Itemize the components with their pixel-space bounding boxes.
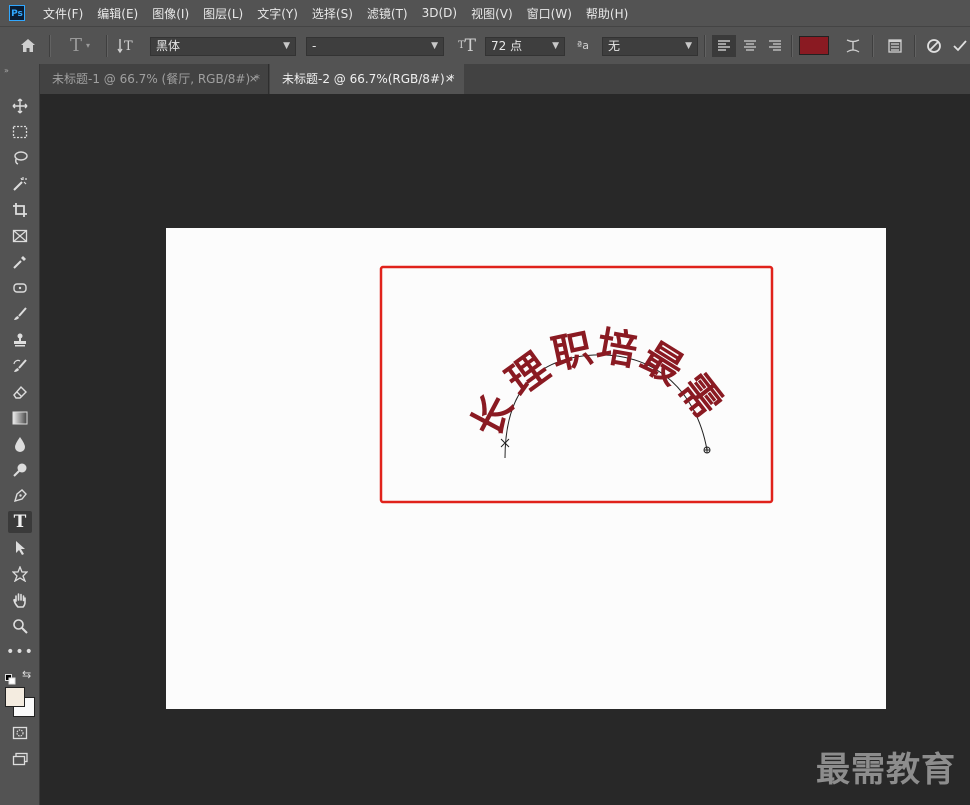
screen-mode-icon[interactable] xyxy=(8,748,32,770)
menu-3d[interactable]: 3D(D) xyxy=(422,6,457,20)
blur-tool-icon[interactable] xyxy=(8,433,32,455)
crop-tool-icon[interactable] xyxy=(8,199,32,221)
antialias-icon: ªa xyxy=(577,39,589,52)
text-color-swatch[interactable] xyxy=(798,27,830,64)
menu-bar: Ps 文件(F) 编辑(E) 图像(I) 图层(L) 文字(Y) 选择(S) 滤… xyxy=(0,0,970,26)
font-size-icon: TT xyxy=(457,35,476,56)
eraser-tool-icon[interactable] xyxy=(8,381,32,403)
antialias-select[interactable]: 无 ▼ xyxy=(602,37,698,56)
custom-shape-icon[interactable] xyxy=(8,563,32,585)
menu-edit[interactable]: 编辑(E) xyxy=(97,5,138,22)
healing-brush-icon[interactable] xyxy=(8,277,32,299)
frame-tool-icon[interactable] xyxy=(8,225,32,247)
menu-view[interactable]: 视图(V) xyxy=(471,5,513,22)
horizontal-type-tool-icon[interactable]: T xyxy=(8,511,32,533)
close-icon[interactable]: × xyxy=(249,64,258,94)
menu-help[interactable]: 帮助(H) xyxy=(586,5,628,22)
lasso-tool-icon[interactable] xyxy=(8,147,32,169)
move-tool-icon[interactable] xyxy=(8,95,32,117)
dodge-tool-icon[interactable] xyxy=(8,459,32,481)
options-bar: T ▾ T 黑体 ▼ - ▼ TT 72 点 ▼ ªa 无 ▼ xyxy=(0,26,970,64)
watermark-logo: 最需教育 xyxy=(816,750,956,790)
path-selection-icon[interactable] xyxy=(8,537,32,559)
menu-layer[interactable]: 图层(L) xyxy=(203,5,243,22)
tools-panel: » T ••• ⇆ xyxy=(0,64,40,805)
tab-document-1[interactable]: 未标题-1 @ 66.7% (餐厅, RGB/8#) * × xyxy=(40,64,269,94)
menu-image[interactable]: 图像(I) xyxy=(152,5,189,22)
swap-colors-icon[interactable]: ⇆ xyxy=(22,668,31,681)
tab-document-2[interactable]: 未标题-2 @ 66.7%(RGB/8#) * × xyxy=(270,64,464,94)
cancel-icon[interactable] xyxy=(922,27,946,64)
path-glyph: 需 xyxy=(670,366,731,426)
history-brush-icon[interactable] xyxy=(8,355,32,377)
align-right-icon[interactable] xyxy=(764,27,786,64)
font-size-select[interactable]: 72 点 ▼ xyxy=(485,37,565,56)
zoom-tool-icon[interactable] xyxy=(8,615,32,637)
type-tool-icon[interactable]: T ▾ xyxy=(60,27,100,64)
close-icon[interactable]: × xyxy=(445,64,454,94)
warp-text-icon[interactable] xyxy=(840,27,866,64)
text-on-path[interactable]: 长理职培最需 xyxy=(463,323,730,445)
align-left-icon[interactable] xyxy=(712,35,736,57)
font-style-select[interactable]: - ▼ xyxy=(306,37,444,56)
document-tabs: 未标题-1 @ 66.7% (餐厅, RGB/8#) * × 未标题-2 @ 66… xyxy=(40,64,970,94)
stamp-tool-icon[interactable] xyxy=(8,329,32,351)
hand-tool-icon[interactable] xyxy=(8,589,32,611)
align-center-icon[interactable] xyxy=(739,27,761,64)
gradient-tool-icon[interactable] xyxy=(8,407,32,429)
path-glyph: 理 xyxy=(498,345,557,406)
pen-tool-icon[interactable] xyxy=(8,485,32,507)
path-anchor-end[interactable] xyxy=(703,446,711,454)
magic-wand-icon[interactable] xyxy=(8,173,32,195)
more-tools-icon[interactable]: ••• xyxy=(6,641,33,663)
photoshop-logo: Ps xyxy=(9,5,25,21)
eyedropper-tool-icon[interactable] xyxy=(8,251,32,273)
quick-mask-icon[interactable] xyxy=(8,722,32,744)
menu-type[interactable]: 文字(Y) xyxy=(257,5,298,22)
document-canvas[interactable]: 长理职培最需 xyxy=(166,228,886,709)
collapse-arrows-icon[interactable]: » xyxy=(4,66,9,75)
brush-tool-icon[interactable] xyxy=(8,303,32,325)
path-glyph: 长 xyxy=(463,388,522,445)
character-panel-icon[interactable] xyxy=(882,27,908,64)
menu-window[interactable]: 窗口(W) xyxy=(527,5,572,22)
menu-filter[interactable]: 滤镜(T) xyxy=(367,5,408,22)
font-family-select[interactable]: 黑体 ▼ xyxy=(150,37,296,56)
menu-file[interactable]: 文件(F) xyxy=(43,5,83,22)
marquee-tool-icon[interactable] xyxy=(8,121,32,143)
home-icon[interactable] xyxy=(14,27,42,64)
commit-icon[interactable] xyxy=(950,27,970,64)
foreground-color-swatch[interactable] xyxy=(5,687,25,707)
menu-select[interactable]: 选择(S) xyxy=(312,5,353,22)
text-orientation-icon[interactable]: T xyxy=(113,27,139,64)
svg-text:T: T xyxy=(124,39,133,54)
path-glyph: 职 xyxy=(548,325,597,378)
path-glyph: 培 xyxy=(593,323,640,375)
